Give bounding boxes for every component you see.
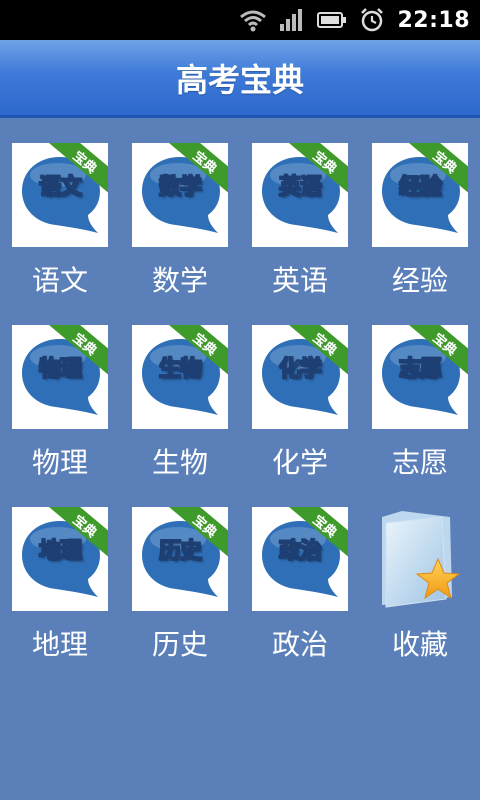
status-time: 22:18	[397, 7, 470, 33]
subject-item[interactable]: 英语 宝典 英语	[240, 120, 360, 302]
subject-label: 生物	[151, 446, 208, 479]
subject-item[interactable]: 政治 宝典 政治	[240, 484, 360, 666]
subject-icon-tile[interactable]: 志愿 宝典	[372, 325, 468, 429]
subject-item[interactable]: 历史 宝典 历史	[120, 484, 240, 666]
subject-icon-tile[interactable]: 生物 宝典	[132, 325, 228, 429]
subject-icon-tile[interactable]: 地理 宝典	[12, 507, 108, 611]
wifi-icon	[239, 8, 267, 32]
subject-icon-tile[interactable]: 数学 宝典	[132, 143, 228, 247]
subject-item[interactable]: 志愿 宝典 志愿	[360, 302, 480, 484]
subject-icon-tile[interactable]: 历史 宝典	[132, 507, 228, 611]
subject-item[interactable]: 物理 宝典 物理	[0, 302, 120, 484]
status-bar: 22:18	[0, 0, 480, 40]
subject-item[interactable]: 经验 宝典 经验	[360, 120, 480, 302]
alarm-icon	[359, 7, 385, 33]
subject-label: 物理	[31, 446, 88, 479]
battery-icon	[317, 10, 347, 30]
subject-icon-tile[interactable]: 英语 宝典	[252, 143, 348, 247]
subject-label: 历史	[151, 628, 208, 661]
subject-icon-tile[interactable]: 政治 宝典	[252, 507, 348, 611]
signal-icon	[279, 8, 305, 32]
subject-item[interactable]: 化学 宝典 化学	[240, 302, 360, 484]
subject-label: 志愿	[391, 446, 448, 479]
subject-label: 语文	[31, 264, 88, 297]
subject-label: 英语	[271, 264, 328, 297]
subject-icon-tile[interactable]: 语文 宝典	[12, 143, 108, 247]
folder-star-icon[interactable]	[372, 507, 468, 611]
subject-item[interactable]: 数学 宝典 数学	[120, 120, 240, 302]
page-title: 高考宝典	[175, 60, 304, 99]
subject-label: 化学	[271, 446, 328, 479]
subject-icon-tile[interactable]: 物理 宝典	[12, 325, 108, 429]
favorites-label: 收藏	[391, 628, 448, 661]
favorites-item[interactable]: 收藏	[360, 484, 480, 666]
subject-item[interactable]: 语文 宝典 语文	[0, 120, 120, 302]
subject-icon-tile[interactable]: 经验 宝典	[372, 143, 468, 247]
subject-label: 数学	[151, 264, 208, 297]
subject-icon-tile[interactable]: 化学 宝典	[252, 325, 348, 429]
subject-label: 经验	[391, 264, 448, 297]
subject-item[interactable]: 生物 宝典 生物	[120, 302, 240, 484]
subject-label: 政治	[271, 628, 328, 661]
subject-item[interactable]: 地理 宝典 地理	[0, 484, 120, 666]
title-bar: 高考宝典	[0, 40, 480, 118]
subject-label: 地理	[31, 628, 88, 661]
